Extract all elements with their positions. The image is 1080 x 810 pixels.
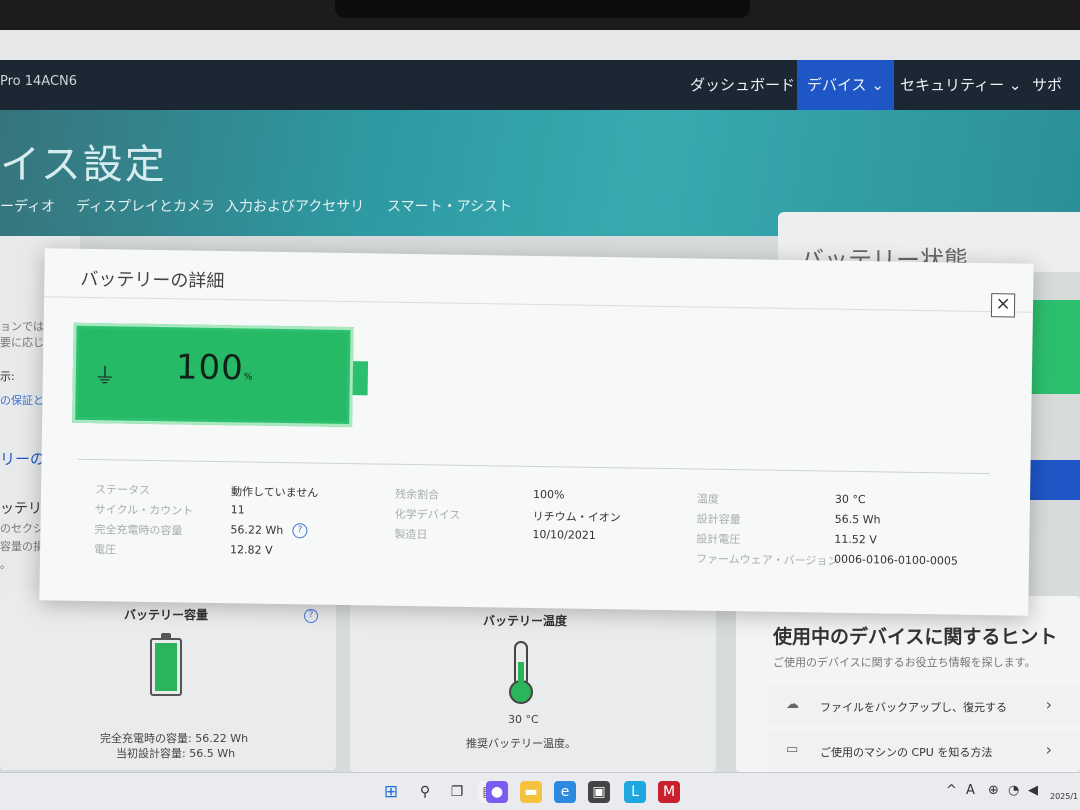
- detail-label: 電圧: [93, 543, 117, 557]
- detail-label: 完全充電時の容量: [94, 523, 183, 538]
- detail-value-design-capacity: 56.5 Wh: [834, 512, 881, 527]
- store-icon[interactable]: ▣: [588, 781, 610, 803]
- detail-value-design-voltage: 11.52 V: [834, 532, 877, 547]
- detail-value-chemistry: リチウム・イオン: [532, 509, 621, 525]
- webcam-notch: [335, 0, 750, 18]
- battery-percentage: 100%: [176, 347, 253, 388]
- nav-devices[interactable]: デバイス ⌄: [797, 60, 894, 110]
- battery-temperature-title: バッテリー温度: [483, 614, 568, 628]
- dialog-title: バッテリーの詳細: [80, 268, 225, 293]
- window-title-bar: [0, 30, 1080, 62]
- file-explorer-icon[interactable]: ▬: [520, 781, 542, 803]
- battery-details-dialog: バッテリーの詳細 × ⏚ 100% ステータス 動作していません サイクル・カウ…: [39, 248, 1034, 616]
- detail-label: 残余割合: [394, 487, 440, 502]
- page-title: イス設定: [0, 142, 167, 188]
- hint-label: ご使用のマシンの CPU を知る方法: [820, 746, 993, 759]
- windows-start-icon[interactable]: ⊞: [380, 781, 402, 803]
- wifi-icon[interactable]: ◔: [1008, 783, 1019, 798]
- device-model: Pro 14ACN6: [0, 74, 78, 89]
- chevron-down-icon: ⌄: [871, 76, 884, 94]
- taskbar: ⊞ ⚲ ❐ ▤ ● ▬ e ▣ L M ^ A ⊕ ◔ ◀: [0, 772, 1080, 810]
- tray-chevron-icon[interactable]: ^: [946, 783, 957, 798]
- tab-display-camera[interactable]: ディスプレイとカメラ: [76, 196, 215, 216]
- volume-icon[interactable]: ◀: [1028, 783, 1038, 798]
- detail-label: 化学デバイス: [394, 507, 461, 522]
- detail-label: 温度: [696, 492, 720, 506]
- battery-terminal: [352, 361, 369, 396]
- temperature-value: 30 °C: [508, 713, 539, 726]
- temperature-note: 推奨バッテリー温度。: [466, 737, 576, 750]
- left-text: 。: [0, 558, 11, 571]
- detail-label: サイクル・カウント: [94, 503, 194, 518]
- chat-icon[interactable]: ●: [486, 781, 508, 803]
- battery-icon: [150, 633, 182, 696]
- detail-label: ステータス: [94, 483, 151, 497]
- detail-value-remaining: 100%: [532, 487, 565, 502]
- plug-icon: ⏚: [93, 364, 117, 390]
- taskbar-date[interactable]: 2025/1: [1050, 792, 1078, 801]
- screen-bezel: [0, 0, 1080, 34]
- nav-support[interactable]: サポート: [1022, 60, 1080, 144]
- close-button[interactable]: ×: [990, 293, 1016, 318]
- divider: [44, 296, 1033, 313]
- detail-value-firmware-version: 0006-0106-0100-0005: [833, 552, 959, 568]
- chevron-down-icon: ⌄: [1008, 76, 1022, 94]
- detail-label: 設計容量: [696, 512, 741, 527]
- cloud-upload-icon: ☁: [786, 697, 799, 712]
- battery-level-gauge: ⏚ 100%: [72, 322, 354, 428]
- network-icon[interactable]: ⊕: [988, 783, 999, 798]
- search-icon[interactable]: ⚲: [414, 781, 436, 803]
- full-charge-capacity: 完全充電時の容量: 56.22 Wh: [100, 732, 249, 745]
- left-text: 要に応じ: [0, 336, 44, 349]
- tab-input-accessories[interactable]: 入力およびアクセサリ: [225, 196, 364, 216]
- nav-dashboard[interactable]: ダッシュボード: [680, 60, 805, 110]
- mcafee-icon[interactable]: M: [658, 781, 680, 803]
- battery-percentage-unit: %: [243, 372, 253, 383]
- design-capacity: 当初設計容量: 56.5 Wh: [116, 747, 236, 760]
- detail-label: 製造日: [394, 527, 428, 542]
- chevron-right-icon: ›: [1045, 740, 1052, 759]
- nav-security[interactable]: セキュリティー ⌄: [890, 60, 1031, 110]
- left-link[interactable]: の保証と: [0, 392, 44, 408]
- detail-value-temperature: 30 °C: [834, 492, 866, 507]
- ime-indicator[interactable]: A: [966, 783, 975, 798]
- battery-percentage-value: 100: [175, 347, 245, 389]
- hint-backup-restore[interactable]: ☁ ファイルをバックアップし、復元する ›: [768, 686, 1080, 726]
- thermometer-icon: [509, 641, 533, 704]
- top-navigation: Pro 14ACN6 ダッシュボード デバイス ⌄ セキュリティー ⌄ サポート: [0, 60, 1080, 144]
- detail-value-manufacture-date: 10/10/2021: [532, 527, 596, 542]
- hints-title: 使用中のデバイスに関するヒント: [773, 626, 1058, 648]
- hint-label: ファイルをバックアップし、復元する: [820, 701, 1007, 714]
- help-icon[interactable]: ?: [292, 523, 308, 539]
- detail-value-status: 動作していません: [230, 485, 319, 500]
- help-icon[interactable]: ?: [304, 609, 318, 623]
- edge-browser-icon[interactable]: e: [554, 781, 576, 803]
- task-view-icon[interactable]: ❐: [446, 781, 468, 803]
- nav-devices-label: デバイス: [807, 76, 867, 94]
- hint-cpu-info[interactable]: ▭ ご使用のマシンの CPU を知る方法 ›: [768, 731, 1080, 771]
- detail-value-voltage: 12.82 V: [230, 543, 273, 557]
- battery-capacity-title: バッテリー容量: [124, 608, 209, 622]
- detail-label: 設計電圧: [696, 532, 741, 547]
- chevron-right-icon: ›: [1045, 695, 1052, 714]
- nav-security-label: セキュリティー: [900, 76, 1005, 94]
- hints-subtitle: ご使用のデバイスに関するお役立ち情報を探します。: [773, 656, 1036, 669]
- tab-smart-assist[interactable]: スマート・アシスト: [387, 196, 512, 216]
- lenovo-vantage-icon[interactable]: L: [624, 781, 646, 803]
- detail-label: ファームウェア・バージョン: [695, 552, 839, 568]
- detail-value-cycle-count: 11: [230, 503, 245, 517]
- tab-audio[interactable]: ーディオ: [0, 196, 55, 216]
- left-text: 示:: [0, 370, 15, 383]
- detail-value-full-capacity: 56.22 Wh: [230, 523, 284, 538]
- monitor-icon: ▭: [786, 742, 799, 757]
- status-green-bar: [1030, 300, 1080, 394]
- divider: [77, 458, 990, 475]
